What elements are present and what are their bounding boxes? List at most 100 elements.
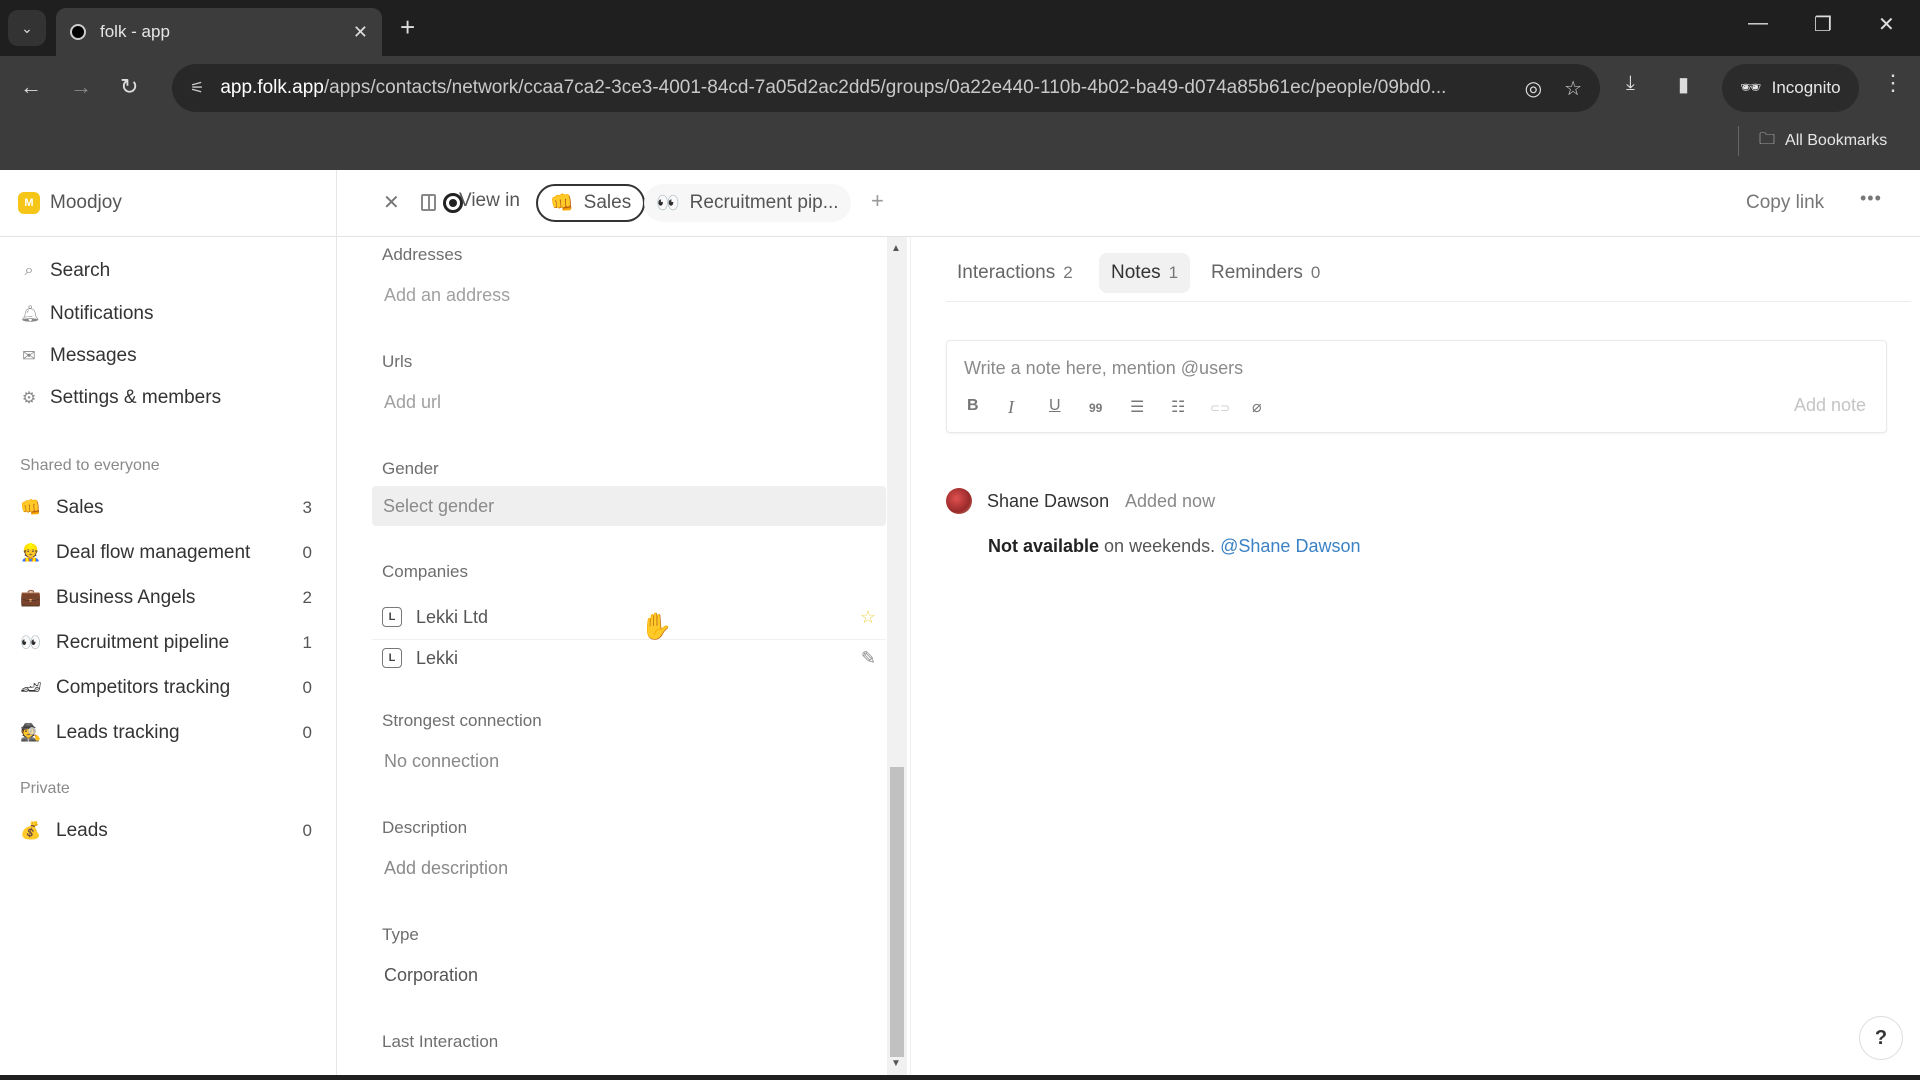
group-label: Competitors tracking bbox=[56, 677, 231, 698]
new-tab-button[interactable]: + bbox=[400, 12, 415, 43]
italic-icon[interactable]: I bbox=[1008, 397, 1014, 418]
minimize-button[interactable]: — bbox=[1748, 12, 1768, 35]
add-group-button[interactable]: + bbox=[871, 188, 884, 214]
browser-tab[interactable]: folk - app ✕ bbox=[56, 8, 382, 56]
details-scrollbar[interactable]: ▲ ▼ bbox=[887, 237, 907, 1075]
workspace-switcher[interactable]: M Moodjoy bbox=[0, 170, 336, 237]
sidebar-item-search[interactable]: ⌕ Search bbox=[20, 260, 111, 282]
sidebar-group-leads[interactable]: 💰 Leads 0 bbox=[20, 820, 312, 842]
url-text[interactable]: app.folk.app/apps/contacts/network/ccaa7… bbox=[220, 77, 1502, 99]
numbered-list-icon[interactable]: ☷ bbox=[1171, 397, 1185, 417]
tracking-protection-icon[interactable]: ◎ bbox=[1525, 76, 1542, 101]
forward-icon[interactable]: → bbox=[70, 74, 92, 100]
star-icon[interactable]: ☆ bbox=[860, 607, 876, 628]
company-name[interactable]: Lekki bbox=[416, 648, 861, 669]
sidebar-group-sales[interactable]: 👊 Sales 3 bbox=[20, 497, 312, 519]
tab-search-button[interactable]: ⌄ bbox=[8, 10, 46, 46]
sidebar-item-notifications[interactable]: 🔔︎ Notifications bbox=[20, 303, 154, 325]
note-input[interactable]: Write a note here, mention @users bbox=[964, 358, 1243, 379]
link-icon[interactable]: ⊂⊃ bbox=[1210, 401, 1230, 415]
sidebar-group-leads-tracking[interactable]: 🕵 Leads tracking 0 bbox=[20, 722, 312, 744]
company-name[interactable]: Lekki Ltd bbox=[416, 607, 860, 628]
add-address-input[interactable]: Add an address bbox=[384, 285, 510, 306]
underline-icon[interactable]: U bbox=[1049, 397, 1061, 415]
tab-reminders[interactable]: Reminders 0 bbox=[1199, 253, 1332, 293]
chip-label: Recruitment pip... bbox=[689, 192, 839, 213]
copy-link-button[interactable]: Copy link bbox=[1746, 192, 1824, 214]
help-button[interactable]: ? bbox=[1859, 1016, 1903, 1060]
note-author[interactable]: Shane Dawson bbox=[987, 491, 1109, 512]
sidebar-group-competitors[interactable]: 🏎 Competitors tracking 0 bbox=[20, 677, 312, 699]
gender-select[interactable]: Select gender bbox=[372, 486, 886, 526]
add-description-input[interactable]: Add description bbox=[384, 858, 508, 879]
field-label-gender: Gender bbox=[382, 459, 439, 478]
briefcase-icon: 💼 bbox=[20, 588, 42, 607]
company-logo: L bbox=[382, 648, 402, 668]
tab-label: Notes bbox=[1111, 262, 1161, 283]
note-composer[interactable]: Write a note here, mention @users B I U … bbox=[946, 340, 1887, 433]
eyes-icon: 👀 bbox=[20, 633, 42, 652]
close-window-button[interactable]: ✕ bbox=[1878, 12, 1895, 37]
field-label-urls: Urls bbox=[382, 352, 413, 371]
note-body[interactable]: Not available on weekends. @Shane Dawson bbox=[988, 536, 1360, 557]
note-bold-text: Not available bbox=[988, 536, 1100, 556]
side-panel-icon[interactable]: ▮ bbox=[1678, 72, 1689, 97]
attachment-icon[interactable]: ⌀ bbox=[1252, 397, 1262, 417]
restore-button[interactable]: ❐ bbox=[1814, 12, 1832, 37]
tab-notes[interactable]: Notes 1 bbox=[1099, 253, 1191, 293]
scroll-up-arrow-icon[interactable]: ▲ bbox=[891, 243, 901, 254]
address-bar[interactable]: ⚟ app.folk.app/apps/contacts/network/cca… bbox=[172, 64, 1600, 112]
add-url-input[interactable]: Add url bbox=[384, 392, 441, 413]
group-count: 0 bbox=[302, 678, 312, 697]
money-bag-icon: 💰 bbox=[20, 821, 42, 840]
incognito-badge[interactable]: 🕶︎ Incognito bbox=[1722, 64, 1859, 112]
close-tab-icon[interactable]: ✕ bbox=[353, 22, 368, 43]
view-in-chip-recruitment[interactable]: 👀 Recruitment pip... bbox=[644, 184, 851, 222]
sidebar-item-messages[interactable]: ✉ Messages bbox=[20, 345, 136, 367]
detective-icon: 🕵 bbox=[20, 723, 42, 742]
sidebar-group-recruitment[interactable]: 👀 Recruitment pipeline 1 bbox=[20, 632, 312, 654]
group-label: Recruitment pipeline bbox=[56, 632, 230, 653]
scroll-down-arrow-icon[interactable]: ▼ bbox=[891, 1058, 901, 1069]
all-bookmarks-button[interactable]: 🗀 All Bookmarks bbox=[1738, 126, 1887, 156]
avatar[interactable] bbox=[946, 488, 972, 514]
add-note-button[interactable]: Add note bbox=[1794, 395, 1866, 416]
company-row[interactable]: L Lekki Ltd ☆ bbox=[372, 597, 886, 637]
type-value[interactable]: Corporation bbox=[384, 965, 478, 986]
group-label: Leads bbox=[56, 820, 108, 841]
workspace-logo: M bbox=[18, 192, 40, 214]
workspace-name: Moodjoy bbox=[50, 192, 122, 213]
side-panel-icon[interactable] bbox=[421, 194, 436, 211]
company-row[interactable]: L Lekki ✎ bbox=[372, 638, 886, 678]
tab-interactions[interactable]: Interactions 2 bbox=[945, 253, 1085, 293]
browser-menu-icon[interactable]: ⋮ bbox=[1882, 70, 1904, 96]
bookmark-star-icon[interactable]: ☆ bbox=[1564, 76, 1582, 101]
mail-icon: ✉ bbox=[22, 348, 36, 365]
scrollbar-thumb[interactable] bbox=[890, 767, 904, 1057]
more-options-icon[interactable]: ••• bbox=[1860, 188, 1882, 209]
strongest-connection-value: No connection bbox=[384, 751, 500, 771]
bold-icon[interactable]: B bbox=[967, 397, 979, 415]
download-icon[interactable]: ⤓ bbox=[1626, 72, 1635, 95]
sidebar-group-business-angels[interactable]: 💼 Business Angels 2 bbox=[20, 587, 312, 609]
tab-count: 0 bbox=[1310, 263, 1321, 282]
fist-icon: 👊 bbox=[550, 193, 574, 214]
group-count: 0 bbox=[302, 821, 312, 840]
bullet-list-icon[interactable]: ☰ bbox=[1130, 397, 1144, 417]
group-count: 0 bbox=[302, 543, 312, 562]
group-label: Leads tracking bbox=[56, 722, 180, 743]
section-label-private: Private bbox=[20, 780, 70, 797]
sidebar-item-settings[interactable]: ⚙ Settings & members bbox=[20, 387, 221, 409]
close-icon[interactable]: ✕ bbox=[383, 190, 400, 215]
field-label-strongest-connection: Strongest connection bbox=[382, 711, 542, 730]
user-mention-link[interactable]: @Shane Dawson bbox=[1220, 536, 1360, 556]
reload-icon[interactable]: ↻ bbox=[120, 74, 138, 100]
site-info-icon[interactable]: ⚟ bbox=[190, 78, 204, 98]
magic-wand-icon[interactable]: ✎ bbox=[861, 648, 876, 669]
back-icon[interactable]: ← bbox=[20, 74, 42, 100]
quote-icon[interactable]: 99 bbox=[1089, 401, 1102, 415]
view-in-chip-sales[interactable]: 👊 Sales bbox=[536, 184, 646, 222]
chip-label: Sales bbox=[583, 192, 632, 213]
sidebar-group-deal-flow[interactable]: 👷 Deal flow management 0 bbox=[20, 542, 312, 564]
tab-count: 2 bbox=[1063, 263, 1073, 282]
